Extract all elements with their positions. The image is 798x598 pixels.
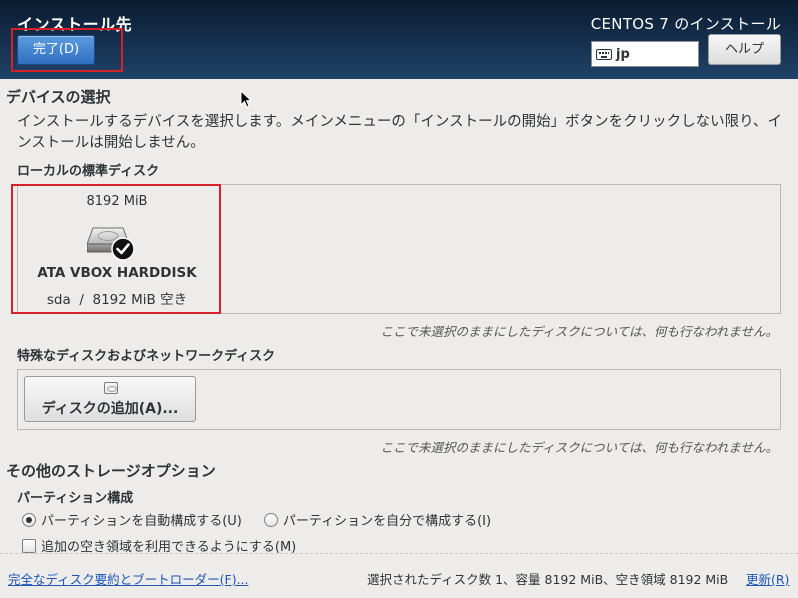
- selected-disks-summary: 選択されたディスク数 1、容量 8192 MiB、空き領域 8192 MiB: [367, 572, 729, 587]
- extra-space-checkbox[interactable]: [22, 538, 36, 553]
- disk-model-name: ATA VBOX HARDDISK: [37, 265, 197, 281]
- radio-manual-partition[interactable]: [263, 512, 278, 527]
- add-disk-label: ディスクの追加(A)...: [41, 401, 179, 417]
- keyboard-layout-indicator[interactable]: jp: [591, 41, 699, 67]
- header-bar: インストール先 完了(D) CENTOS 7 のインストール jp ヘルプ: [0, 0, 798, 79]
- disk-tile-sda[interactable]: 8192 MiB ATA VBOX HARDDISK sda / 8192 Mi…: [19, 186, 215, 310]
- local-disks-note: ここで未選択のままにしたディスクについては、何も行なわれません。: [380, 324, 778, 339]
- device-selection-description: インストールするデバイスを選択します。メインメニューの「インストールの開始」ボタ…: [17, 114, 783, 151]
- partitioning-title: パーティション構成: [17, 491, 134, 506]
- add-disk-button[interactable]: ディスクの追加(A)...: [24, 376, 196, 422]
- full-disk-summary-link[interactable]: 完全なディスク要約とブートローダー(F)...: [8, 569, 249, 588]
- keyboard-layout-label: jp: [616, 46, 630, 62]
- product-title: CENTOS 7 のインストール: [590, 15, 781, 33]
- mouse-cursor-icon: [240, 90, 252, 108]
- radio-manual-partition-label[interactable]: パーティションを自分で構成する(I): [283, 510, 491, 529]
- local-disks-title: ローカルの標準ディスク: [17, 164, 160, 179]
- disk-add-icon: [104, 382, 118, 394]
- device-selection-title: デバイスの選択: [6, 88, 111, 106]
- done-button[interactable]: 完了(D): [17, 35, 95, 65]
- other-storage-title: その他のストレージオプション: [6, 462, 216, 480]
- disk-size: 8192 MiB: [86, 194, 148, 209]
- harddisk-icon: [87, 227, 135, 261]
- radio-auto-partition-label[interactable]: パーティションを自動構成する(U): [41, 510, 242, 529]
- special-disks-title: 特殊なディスクおよびネットワークディスク: [17, 349, 276, 364]
- special-disks-note: ここで未選択のままにしたディスクについては、何も行なわれません。: [380, 440, 778, 455]
- help-button[interactable]: ヘルプ: [708, 34, 781, 65]
- disk-free-info: sda / 8192 MiB 空き: [46, 292, 188, 308]
- footer-divider: [0, 553, 798, 554]
- refresh-link[interactable]: 更新(R): [746, 569, 789, 588]
- keyboard-icon: [596, 48, 612, 60]
- partitioning-radio-group: パーティションを自動構成する(U) パーティションを自分で構成する(I): [22, 510, 513, 529]
- radio-auto-partition[interactable]: [22, 512, 36, 527]
